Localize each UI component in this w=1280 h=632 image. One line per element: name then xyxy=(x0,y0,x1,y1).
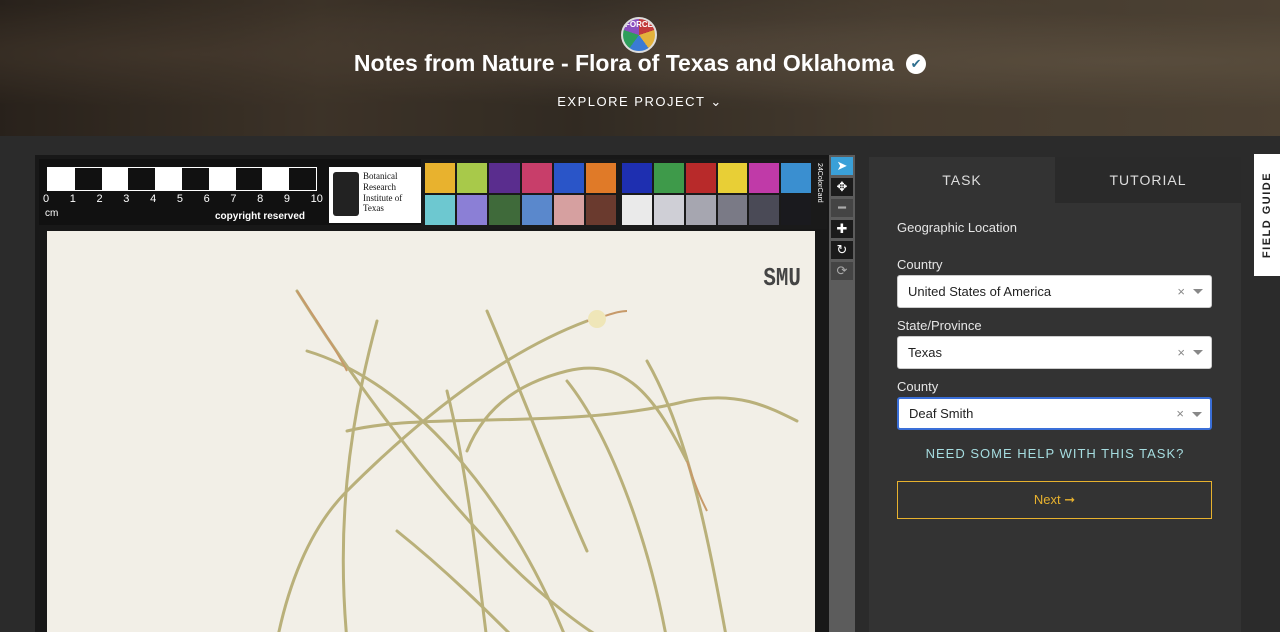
reset-icon[interactable]: ⟳ xyxy=(831,262,853,280)
project-header: FORCE Notes from Nature - Flora of Texas… xyxy=(0,0,1280,136)
grass-specimen-image xyxy=(277,289,799,632)
tab-task[interactable]: TASK xyxy=(869,157,1055,203)
color-a-swatch-1 xyxy=(457,163,488,193)
chevron-down-icon[interactable] xyxy=(1193,289,1203,294)
county-value: Deaf Smith xyxy=(909,406,974,421)
brit-logo-icon xyxy=(333,172,359,216)
clear-icon[interactable]: × xyxy=(1176,399,1184,428)
color-a-swatch-2 xyxy=(489,163,520,193)
tab-tutorial[interactable]: TUTORIAL xyxy=(1055,157,1241,203)
color-a-swatch-11 xyxy=(585,195,617,225)
project-title[interactable]: Notes from Nature - Flora of Texas and O… xyxy=(0,50,1280,77)
move-icon[interactable]: ✥ xyxy=(831,178,853,196)
color-a-swatch-0 xyxy=(425,163,456,193)
state-select[interactable]: Texas × xyxy=(897,336,1212,369)
color-a-swatch-5 xyxy=(585,163,617,193)
color-b-swatch-2 xyxy=(685,163,716,193)
colorcard-label: 24ColorCard xyxy=(816,163,823,203)
explore-project-menu[interactable]: EXPLORE PROJECT ⌄ xyxy=(0,94,1280,110)
country-value: United States of America xyxy=(908,284,1052,299)
zoom-in-icon[interactable]: ✚ xyxy=(831,220,853,238)
select-icon[interactable]: ➤ xyxy=(831,157,853,175)
color-swatches-b xyxy=(622,163,812,225)
ruler-numbers: 01 23 45 67 89 10 xyxy=(43,193,323,205)
chevron-down-icon[interactable] xyxy=(1193,350,1203,355)
subject-viewer[interactable]: 01 23 45 67 89 10 cm copyright reserved … xyxy=(35,155,829,632)
herbarium-sheet: SMU xyxy=(47,231,815,632)
county-label: County xyxy=(897,379,939,394)
copyright-text: copyright reserved xyxy=(215,211,306,222)
color-b-swatch-0 xyxy=(622,163,652,193)
color-b-swatch-3 xyxy=(717,163,748,193)
color-b-swatch-6 xyxy=(622,195,652,225)
color-b-swatch-1 xyxy=(653,163,684,193)
avatar-text: FORCE xyxy=(625,20,653,29)
field-guide-label: FIELD GUIDE xyxy=(1261,171,1273,259)
color-a-swatch-8 xyxy=(489,195,520,225)
chevron-down-icon[interactable] xyxy=(1192,412,1202,417)
task-help-link[interactable]: NEED SOME HELP WITH THIS TASK? xyxy=(897,446,1213,461)
task-question: Geographic Location xyxy=(897,220,1017,235)
color-a-swatch-6 xyxy=(425,195,456,225)
rotate-icon[interactable]: ↻ xyxy=(831,241,853,259)
country-select[interactable]: United States of America × xyxy=(897,275,1212,308)
ruler-unit: cm xyxy=(45,208,59,219)
institute-label: Botanical Research Institute of Texas xyxy=(329,167,425,223)
state-label: State/Province xyxy=(897,318,982,333)
state-value: Texas xyxy=(908,345,942,360)
viewer-toolbar: ➤ ✥ ━ ✚ ↻ ⟳ xyxy=(829,155,855,632)
check-circle-icon: ✔ xyxy=(906,54,927,74)
color-swatches-a xyxy=(425,163,617,225)
clear-icon[interactable]: × xyxy=(1177,337,1185,368)
field-guide-button[interactable]: FIELD GUIDE xyxy=(1254,154,1280,276)
color-b-swatch-5 xyxy=(781,163,812,193)
scale-ruler: 01 23 45 67 89 10 cm copyright reserved … xyxy=(39,159,455,225)
next-button[interactable]: Next ➞ xyxy=(897,481,1212,519)
color-a-swatch-4 xyxy=(553,163,584,193)
color-b-swatch-9 xyxy=(717,195,748,225)
task-panel: TASK TUTORIAL Geographic Location Countr… xyxy=(869,157,1241,632)
zoom-out-icon[interactable]: ━ xyxy=(831,199,853,217)
ruler-bar xyxy=(47,167,317,191)
color-b-swatch-4 xyxy=(749,163,780,193)
color-a-swatch-7 xyxy=(457,195,488,225)
color-a-swatch-3 xyxy=(521,163,552,193)
color-b-swatch-8 xyxy=(685,195,716,225)
color-b-swatch-11 xyxy=(781,195,812,225)
country-label: Country xyxy=(897,257,943,272)
color-b-swatch-7 xyxy=(653,195,684,225)
clear-icon[interactable]: × xyxy=(1177,276,1185,307)
panel-tabs: TASK TUTORIAL xyxy=(869,157,1241,203)
county-select[interactable]: Deaf Smith × xyxy=(897,397,1212,430)
color-b-swatch-10 xyxy=(749,195,780,225)
color-a-swatch-9 xyxy=(521,195,552,225)
project-avatar[interactable]: FORCE xyxy=(621,17,657,53)
color-card: 24ColorCard xyxy=(421,159,827,229)
project-title-text: Notes from Nature - Flora of Texas and O… xyxy=(353,50,895,76)
color-a-swatch-10 xyxy=(553,195,584,225)
